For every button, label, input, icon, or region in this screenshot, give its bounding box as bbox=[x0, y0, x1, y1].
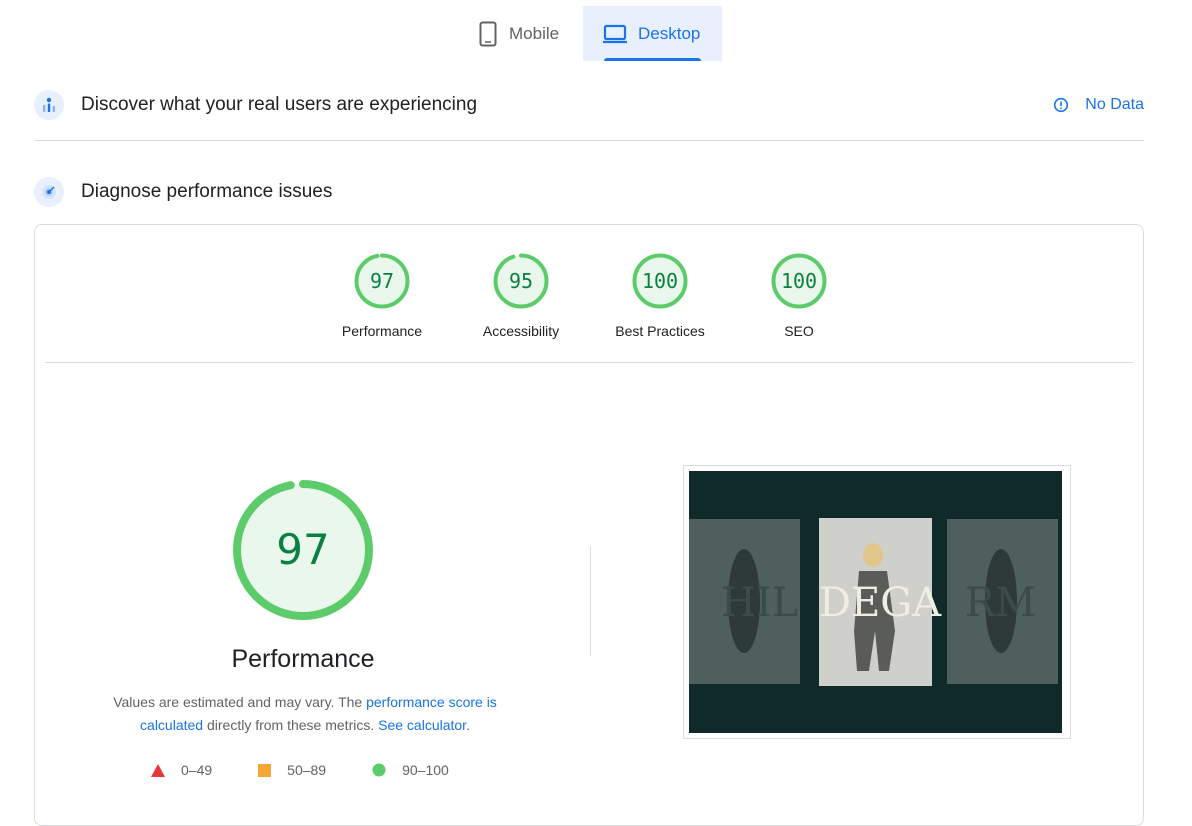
card-divider bbox=[45, 362, 1133, 363]
screenshot-faded-right-text: RM bbox=[965, 580, 1036, 626]
radar-icon bbox=[34, 177, 64, 207]
diagnose-header: Diagnose performance issues bbox=[34, 175, 1144, 209]
screenshot-image: HIL DEGA RM bbox=[689, 471, 1062, 733]
desc-text: . bbox=[466, 717, 470, 733]
vertical-divider bbox=[590, 546, 591, 656]
circle-icon bbox=[372, 763, 386, 777]
no-data-status[interactable]: No Data bbox=[1053, 88, 1144, 122]
field-data-header: Discover what your real users are experi… bbox=[34, 88, 1144, 122]
screenshot-faded-left-text: HIL bbox=[721, 580, 798, 626]
square-icon bbox=[258, 763, 272, 777]
diagnose-title: Diagnose performance issues bbox=[81, 181, 333, 202]
gauge-ring: 95 bbox=[493, 253, 549, 309]
gauge-label: Best Practices bbox=[615, 323, 705, 339]
screenshot-overlay-text: DEGA bbox=[819, 580, 942, 626]
gauge-seo[interactable]: 100 SEO bbox=[739, 253, 859, 339]
no-data-label: No Data bbox=[1085, 96, 1144, 113]
gauge-best-practices[interactable]: 100 Best Practices bbox=[600, 253, 720, 339]
legend-range: 50–89 bbox=[287, 762, 327, 778]
desc-text: directly from these metrics. bbox=[203, 717, 379, 733]
info-icon bbox=[1053, 97, 1069, 113]
device-tabs: Mobile Desktop bbox=[0, 6, 1192, 62]
field-data-title: Discover what your real users are experi… bbox=[81, 94, 478, 115]
section-divider bbox=[34, 140, 1144, 141]
gauge-score: 95 bbox=[508, 269, 534, 293]
gauge-score: 97 bbox=[369, 269, 395, 293]
legend-range: 90–100 bbox=[402, 762, 449, 778]
legend-average: 50–89 bbox=[258, 762, 326, 778]
gauge-label: Accessibility bbox=[482, 323, 560, 339]
gauge-performance[interactable]: 97 Performance bbox=[322, 253, 442, 339]
score-legend: 0–49 50–89 90–100 bbox=[151, 759, 495, 781]
gauge-score: 100 bbox=[780, 269, 818, 293]
report-card: 97 Performance 95 Accessibility 100 Best… bbox=[34, 224, 1144, 826]
gauge-label: Performance bbox=[341, 323, 423, 339]
legend-fail: 0–49 bbox=[151, 762, 212, 778]
page-screenshot[interactable]: HIL DEGA RM bbox=[683, 465, 1071, 739]
performance-score-large: 97 bbox=[276, 525, 330, 574]
tab-desktop[interactable]: Desktop bbox=[583, 6, 722, 61]
performance-gauge-large: 97 bbox=[231, 478, 375, 622]
phone-icon bbox=[479, 21, 497, 47]
gauge-score: 100 bbox=[641, 269, 679, 293]
gauge-accessibility[interactable]: 95 Accessibility bbox=[461, 253, 581, 339]
active-tab-indicator bbox=[604, 58, 701, 61]
gauge-label: SEO bbox=[784, 323, 814, 339]
laptop-icon bbox=[602, 24, 628, 44]
tab-desktop-label: Desktop bbox=[638, 23, 701, 43]
gauge-ring: 100 bbox=[771, 253, 827, 309]
users-chart-icon bbox=[34, 90, 64, 120]
performance-title: Performance bbox=[231, 645, 375, 673]
triangle-icon bbox=[151, 763, 165, 777]
score-gauges: 97 Performance 95 Accessibility 100 Best… bbox=[335, 253, 855, 343]
see-calculator-link[interactable]: See calculator bbox=[378, 717, 466, 733]
tab-mobile[interactable]: Mobile bbox=[470, 6, 582, 61]
tab-mobile-label: Mobile bbox=[509, 23, 560, 43]
gauge-ring: 97 bbox=[354, 253, 410, 309]
performance-description: Values are estimated and may vary. The p… bbox=[95, 691, 515, 737]
desc-text: Values are estimated and may vary. The bbox=[113, 694, 367, 710]
gauge-ring: 100 bbox=[632, 253, 688, 309]
legend-range: 0–49 bbox=[181, 762, 213, 778]
legend-pass: 90–100 bbox=[372, 762, 449, 778]
